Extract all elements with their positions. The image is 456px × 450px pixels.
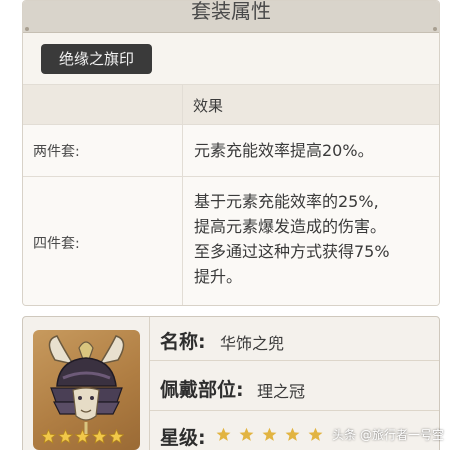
- artifact-slot-row: 佩戴部位: 理之冠: [150, 361, 439, 411]
- table-row: 两件套: 元素充能效率提高20%。: [23, 125, 439, 177]
- table-header-row: 效果: [23, 85, 439, 125]
- effect-column-header: 效果: [193, 97, 224, 115]
- effect-line: 至多通过这种方式获得75%: [194, 242, 390, 261]
- set-attributes-title: 套装属性: [191, 0, 271, 23]
- watermark: 头条 @旅行者一号空: [332, 428, 444, 442]
- artifact-slot-value: 理之冠: [257, 382, 306, 401]
- star-icon: [262, 427, 277, 441]
- effect-line: 提高元素爆发造成的伤害。: [194, 217, 387, 236]
- star-icon: [92, 429, 107, 444]
- set-name-tag[interactable]: 绝缘之旗印: [41, 44, 152, 74]
- star-icon: [216, 427, 231, 441]
- thumbnail-rarity-stars: [41, 429, 124, 444]
- star-icon: [239, 427, 254, 441]
- artifact-name-value: 华饰之兜: [220, 334, 285, 353]
- artifact-thumbnail[interactable]: [33, 330, 140, 450]
- set-attributes-panel: 套装属性 绝缘之旗印 效果 两件套: 元素充能效率提高20%。 四件套: 基于元…: [22, 0, 440, 306]
- table-row: 四件套: 基于元素充能效率的25%, 提高元素爆发造成的伤害。 至多通过这种方式…: [23, 177, 439, 305]
- star-icon: [41, 429, 56, 444]
- star-icon: [75, 429, 90, 444]
- slot-label: 佩戴部位:: [160, 379, 244, 401]
- set-attributes-header: 套装属性: [23, 1, 439, 33]
- two-piece-effect: 元素充能效率提高20%。: [194, 138, 434, 163]
- set-bonus-table: 效果 两件套: 元素充能效率提高20%。 四件套: 基于元素充能效率的25%, …: [23, 84, 439, 305]
- header-ornament-left: [25, 27, 29, 31]
- four-piece-effect: 基于元素充能效率的25%, 提高元素爆发造成的伤害。 至多通过这种方式获得75%…: [194, 189, 434, 289]
- effect-line: 提升。: [194, 267, 243, 286]
- two-piece-label: 两件套:: [33, 144, 80, 160]
- star-icon: [109, 429, 124, 444]
- star-icon: [58, 429, 73, 444]
- four-piece-label: 四件套:: [33, 236, 80, 252]
- star-icon: [308, 427, 323, 441]
- name-label: 名称:: [160, 331, 206, 353]
- artifact-name-row: 名称: 华饰之兜: [150, 317, 439, 361]
- rarity-label: 星级:: [160, 427, 206, 449]
- effect-line: 元素充能效率提高20%。: [194, 141, 374, 160]
- effect-line: 基于元素充能效率的25%,: [194, 192, 379, 211]
- star-icon: [285, 427, 300, 441]
- rarity-stars: [216, 427, 323, 442]
- header-ornament-right: [433, 27, 437, 31]
